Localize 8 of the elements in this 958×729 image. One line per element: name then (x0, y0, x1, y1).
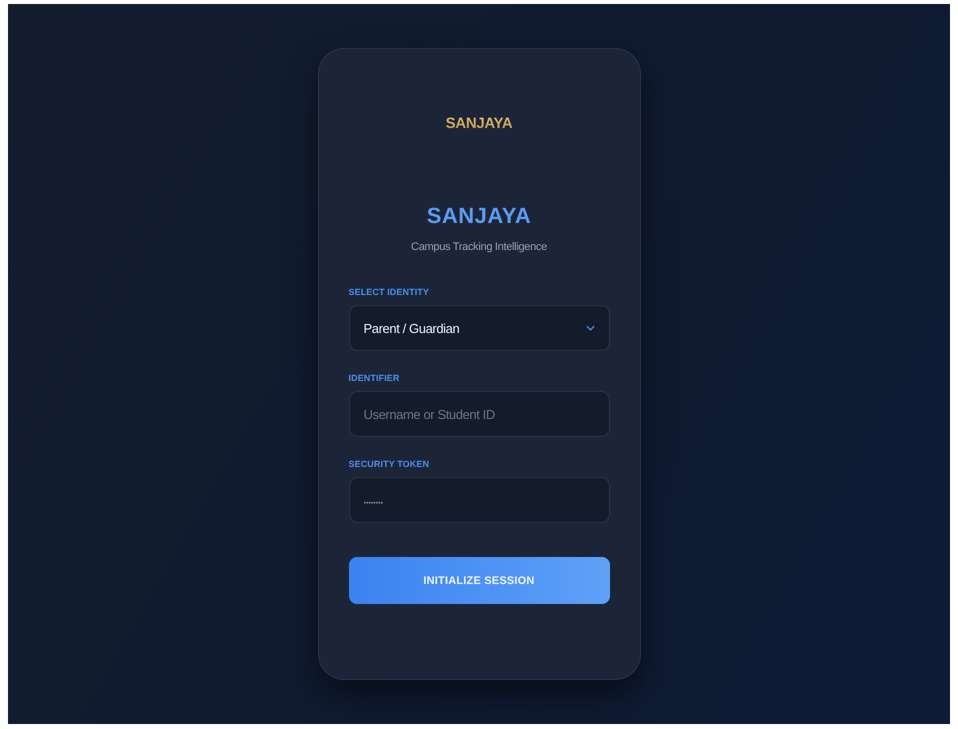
app-title: SANJAYA (426, 203, 532, 229)
field-label: SECURITY TOKEN (348, 459, 430, 469)
chevron-down-icon (586, 325, 594, 331)
identity-dropdown[interactable]: Parent / Guardian (348, 305, 610, 351)
identifier-field[interactable]: Username or Student ID (348, 391, 610, 437)
field-label: IDENTIFIER (348, 373, 401, 383)
field-label: SELECT IDENTITY (348, 287, 430, 297)
app-subtitle: Campus Tracking Intelligence (410, 241, 548, 253)
